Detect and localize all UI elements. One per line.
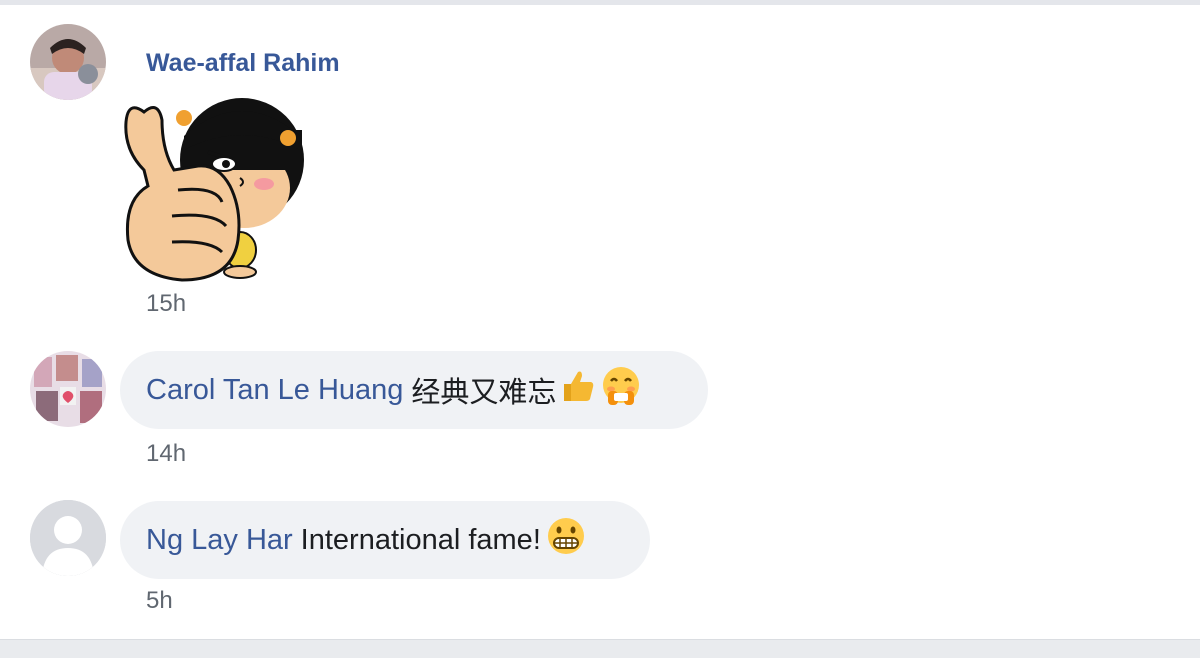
avatar[interactable]	[30, 351, 106, 427]
comment-timestamp[interactable]: 14h	[146, 440, 186, 468]
top-divider	[0, 0, 1200, 5]
comment-bubble: Carol Tan Le Huang 经典又难忘	[120, 351, 708, 429]
comment-author[interactable]: Wae-affal Rahim	[146, 49, 340, 78]
comment-bubble: Ng Lay Har International fame!	[120, 501, 650, 579]
avatar[interactable]	[30, 500, 106, 576]
smiling-face-with-hand-over-mouth-icon	[600, 365, 642, 415]
bottom-divider	[0, 639, 1200, 658]
sticker-image[interactable]	[122, 90, 312, 282]
comment-text: International fame!	[300, 523, 541, 556]
grimacing-face-icon	[545, 515, 587, 565]
comment-timestamp[interactable]: 5h	[146, 587, 173, 615]
comment-author[interactable]: Carol Tan Le Huang	[146, 374, 403, 407]
comment-timestamp[interactable]: 15h	[146, 290, 186, 318]
avatar[interactable]	[30, 24, 106, 100]
comment-text: 经典又难忘	[411, 377, 557, 409]
thumbs-up-icon	[560, 368, 596, 412]
comment-author[interactable]: Ng Lay Har	[146, 524, 293, 557]
